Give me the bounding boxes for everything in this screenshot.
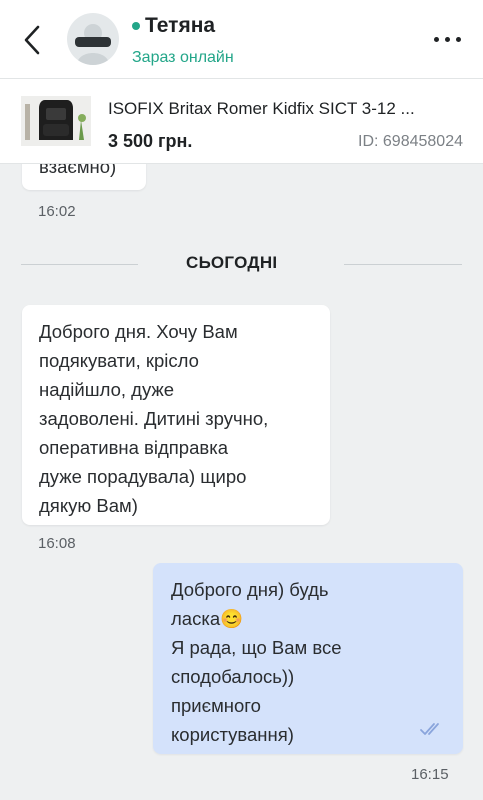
message-bubble-incoming[interactable]: Доброго дня. Хочу Вам подякувати, крісло… [22, 305, 330, 525]
message-text: Доброго дня. Хочу Вам подякувати, крісло… [39, 321, 269, 516]
more-options-button[interactable] [432, 34, 464, 46]
listing-price: 3 500 грн. [108, 131, 193, 151]
double-check-icon [420, 723, 439, 735]
message-time: 16:02 [38, 203, 76, 220]
dot-icon [456, 37, 461, 42]
avatar[interactable] [67, 13, 119, 65]
dot-icon [445, 37, 450, 42]
message-text: взаємно) [39, 164, 117, 177]
chevron-left-icon [24, 25, 40, 55]
divider-line [21, 264, 138, 265]
smiling-face-emoji: 😊 [220, 608, 244, 629]
message-text: Доброго дня) будь ласка😊 Я рада, що Вам … [171, 575, 456, 749]
divider-line [344, 264, 462, 265]
back-button[interactable] [18, 22, 50, 58]
car-seat-image-icon [21, 96, 91, 146]
message-bubble-outgoing[interactable]: Доброго дня) будь ласка😊 Я рада, що Вам … [153, 563, 463, 754]
user-avatar-icon [75, 24, 111, 65]
listing-title[interactable]: ISOFIX Britax Romer Kidfix SICT 3-12 ... [108, 99, 415, 119]
contact-name[interactable]: Тетяна [145, 14, 215, 38]
chat-messages[interactable]: взаємно) 16:02 СЬОГОДНІ Доброго дня. Хоч… [0, 164, 483, 800]
message-bubble-incoming[interactable]: взаємно) [22, 164, 146, 190]
online-status-dot [132, 22, 140, 30]
date-divider: СЬОГОДНІ [186, 253, 278, 272]
listing-thumbnail [21, 96, 91, 146]
dot-icon [434, 37, 439, 42]
online-status-text: Зараз онлайн [132, 49, 234, 66]
message-time: 16:08 [38, 535, 76, 552]
message-line: Доброго дня) будь [171, 579, 329, 600]
chat-header: Тетяна Зараз онлайн [0, 0, 483, 79]
message-line: Я рада, що Вам все сподобалось)) приємно… [171, 637, 342, 745]
listing-card[interactable]: ISOFIX Britax Romer Kidfix SICT 3-12 ...… [0, 79, 483, 164]
message-time: 16:15 [411, 766, 449, 783]
message-line: ласка [171, 608, 221, 629]
listing-id: ID: 698458024 [358, 133, 463, 150]
